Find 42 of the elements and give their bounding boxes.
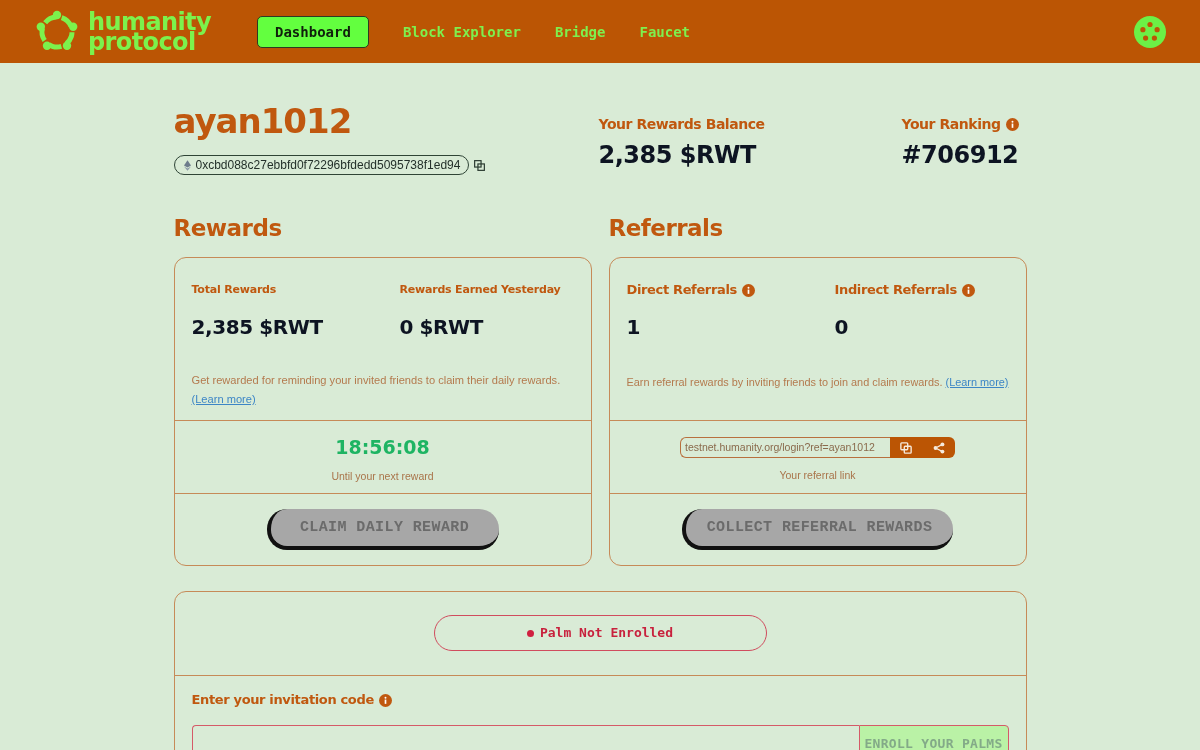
stat-value: 0 [834,314,850,340]
section-title: Rewards [173,214,283,243]
stat-label: Rewards Earned Yesterday [399,282,561,298]
info-icon[interactable] [378,693,392,707]
info-icon[interactable] [961,283,975,297]
summary-value: 2,385 $RWT [598,140,758,170]
stat-label: Total Rewards [191,282,277,298]
stat-value: 0 $RWT [399,314,485,340]
share-icon [932,441,945,454]
learn-more-link[interactable]: (Learn more) [945,376,1009,388]
stat-value: 1 [626,314,642,340]
link-caption: Your referral link [779,468,856,482]
share-button[interactable] [922,437,955,458]
copy-button[interactable] [890,437,922,458]
wallet-address: 0xcbd088c27ebbfd0f72296bfdedd5095738f1ed94 [195,158,461,172]
username: ayan1012 [173,100,353,143]
nav-link[interactable]: Faucet [639,15,691,48]
avatar-icon[interactable] [1134,15,1166,48]
referral-link-field[interactable]: testnet.humanity.org/login?ref=ayan1012 [680,437,890,458]
nav-link[interactable]: Block Explorer [402,15,521,48]
palm-status-text: Palm Not Enrolled [539,625,674,641]
summary-value: #706912 [901,140,1020,170]
info-icon[interactable] [1005,117,1019,131]
referrals-description: Earn referral rewards by inviting friends to join and claim rewards. (Learn more) [626,375,1010,390]
timer-caption: Until your next reward [331,469,434,483]
stat-label: Indirect Referrals [834,282,957,298]
countdown-timer: 18:56:08 [335,435,430,459]
summary-label: Your Rewards Balance [598,115,765,133]
invitation-code-label: Enter your invitation code [191,692,374,708]
info-icon[interactable] [741,283,755,297]
stat-value: 2,385 $RWT [191,314,324,340]
copy-icon[interactable] [474,159,486,171]
nav-link[interactable]: Bridge [554,15,606,48]
learn-more-link[interactable]: (Learn more) [191,393,256,405]
nav-link[interactable]: Dashboard [257,15,369,48]
copy-icon [900,441,912,454]
summary-label: Your Ranking [901,115,1001,133]
status-dot-icon [526,629,534,637]
stat-label: Direct Referrals [626,282,737,298]
rewards-description: Get rewarded for reminding your invited friends to claim their daily rewards. (Learn more) [191,373,562,407]
section-title: Referrals [608,214,724,243]
diamond-icon [183,159,191,171]
